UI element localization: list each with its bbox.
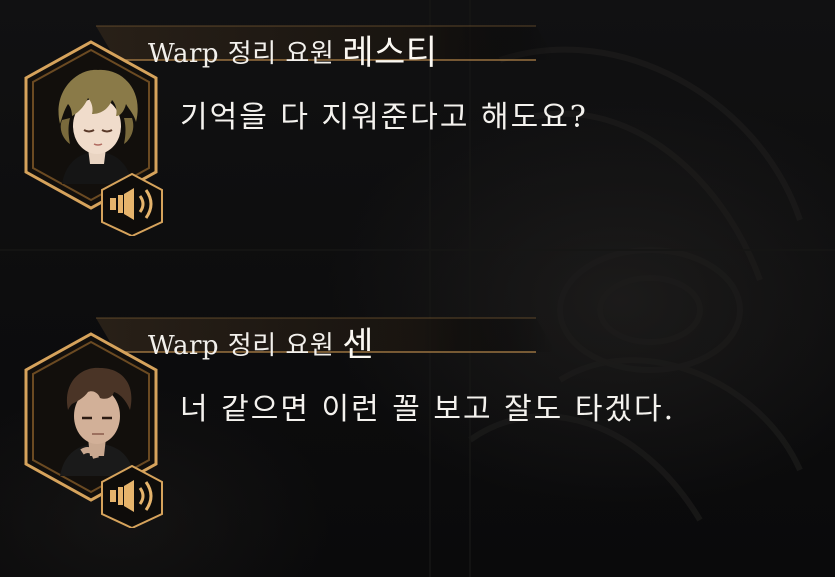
- dialogue-entry-2: Warp 정리 요원 센 너 같으면 이런 꼴 보고 잘도 타겠다.: [0, 292, 835, 532]
- speaker-name: 센: [342, 325, 375, 365]
- speaker-nameplate: Warp 정리 요원 레스티: [96, 20, 556, 73]
- dialogue-text: 너 같으면 이런 꼴 보고 잘도 타겠다.: [180, 392, 676, 427]
- voice-play-button[interactable]: [100, 464, 164, 530]
- voice-play-button[interactable]: [100, 172, 164, 238]
- speaker-name: 레스티: [342, 33, 438, 73]
- brown-haired-character-portrait: [42, 352, 152, 476]
- dialogue-entry-1: Warp 정리 요원 레스티 기억을 다 지워준다고 해도요?: [0, 0, 835, 240]
- speaker-role: Warp 정리 요원 레스티: [148, 33, 438, 73]
- portrait-frame: [18, 328, 164, 532]
- speaker-voice-icon: [101, 172, 163, 238]
- speaker-nameplate: Warp 정리 요원 센: [96, 312, 556, 365]
- dialogue-text: 기억을 다 지워준다고 해도요?: [180, 100, 588, 135]
- speaker-role: Warp 정리 요원 센: [148, 325, 375, 365]
- blonde-character-portrait: [42, 60, 152, 184]
- speaker-voice-icon: [101, 464, 163, 530]
- portrait-frame: [18, 36, 164, 240]
